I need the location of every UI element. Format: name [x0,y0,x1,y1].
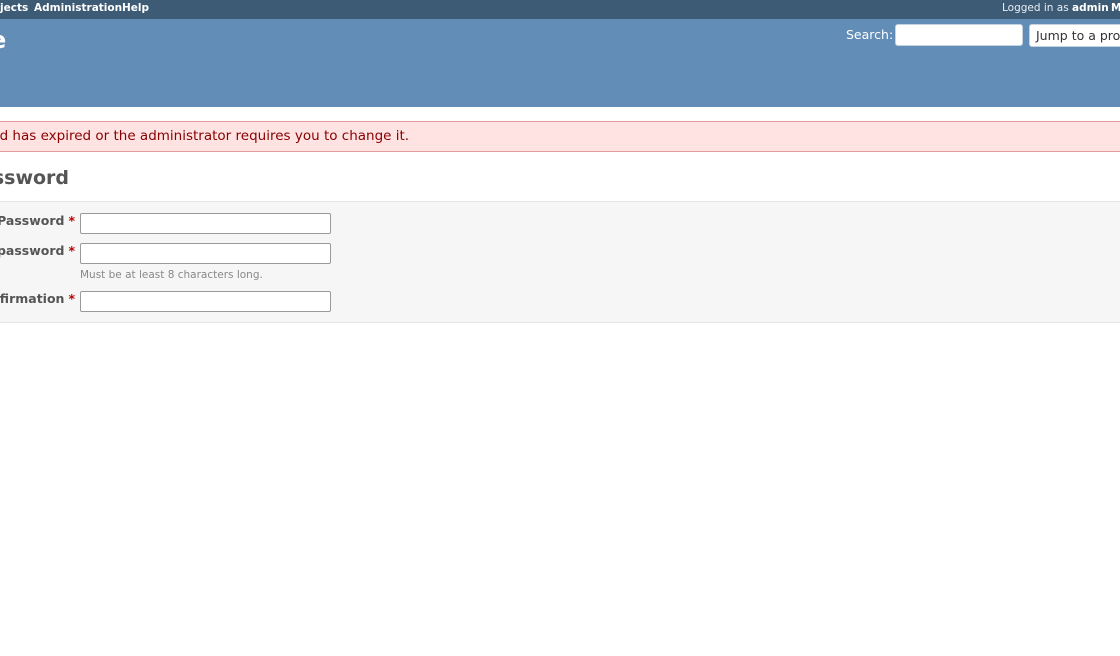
site-title[interactable]: e [0,25,6,55]
header: e Search: Jump to a proj [0,19,1120,107]
top-menu-administration-link[interactable]: Administration [34,1,122,15]
new-password-label-text: password [0,243,65,258]
top-menu-projects-link[interactable]: jects [0,1,28,15]
current-password-label-text: Password [0,213,65,228]
new-password-label: password * [0,243,75,259]
my-account-link[interactable]: M [1111,1,1120,15]
logged-in-status: Logged in as admin [1002,1,1109,15]
required-marker: * [68,291,75,306]
required-marker: * [68,213,75,228]
password-length-hint: Must be at least 8 characters long. [80,269,263,281]
required-marker: * [68,243,75,258]
top-menu: jects Administration Help Logged in as a… [0,0,1120,19]
current-password-input[interactable] [80,213,331,234]
jump-to-project-select[interactable]: Jump to a proj [1029,24,1120,47]
flash-error-text: ord has expired or the administrator req… [0,128,410,144]
logged-in-prefix: Logged in as [1002,2,1069,14]
password-confirmation-label: nfirmation* [0,291,75,307]
search-input[interactable] [895,24,1023,46]
search-label: Search: [846,27,894,42]
change-password-form: Password * password * Must be at least 8 c… [0,201,1120,323]
logged-in-username-link[interactable]: admin [1072,2,1109,14]
flash-error-message: ord has expired or the administrator req… [0,121,1120,152]
page-title: assword [0,167,70,189]
password-confirmation-label-text: nfirmation [0,291,65,306]
new-password-input[interactable] [80,243,331,264]
current-password-label: Password * [0,213,75,229]
password-confirmation-input[interactable] [80,291,331,312]
top-menu-help-link[interactable]: Help [122,1,149,15]
